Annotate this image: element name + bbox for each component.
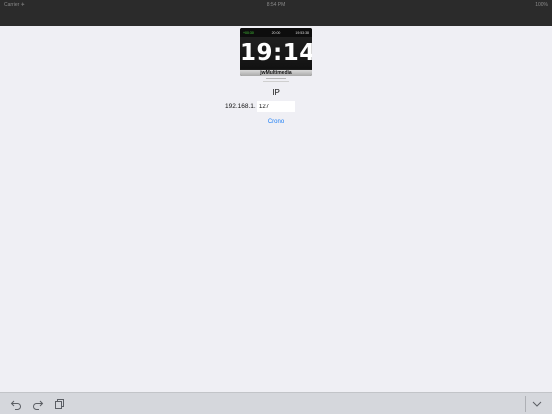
status-time: 8:54 PM bbox=[266, 2, 286, 8]
battery-label: 100% bbox=[535, 2, 548, 8]
clock-top-bar: +00:30 20:00 19:53:38 bbox=[240, 28, 312, 37]
undo-button[interactable] bbox=[10, 398, 22, 410]
clock-current-time: 19:53:38 bbox=[295, 31, 309, 35]
ip-last-octet-input[interactable] bbox=[257, 101, 295, 112]
divider bbox=[266, 78, 286, 79]
toolbar-divider bbox=[525, 396, 526, 412]
keyboard-dismiss-icon bbox=[532, 401, 542, 407]
keyboard-shortcut-bar bbox=[0, 392, 552, 414]
divider bbox=[263, 81, 289, 82]
paste-button[interactable] bbox=[54, 398, 66, 410]
crono-button[interactable]: Crono bbox=[0, 119, 552, 125]
ip-label: IP bbox=[272, 88, 280, 97]
clock-big-time: 19:14 bbox=[240, 37, 312, 69]
clock-preview-image: +00:30 20:00 19:53:38 19:14 jwMultimedia bbox=[240, 28, 312, 76]
undo-icon bbox=[10, 400, 21, 410]
status-bar: Carrier ✈ 8:54 PM 100% bbox=[0, 0, 552, 26]
paste-icon bbox=[55, 399, 64, 409]
dismiss-keyboard-button[interactable] bbox=[531, 398, 543, 410]
redo-icon bbox=[33, 400, 44, 410]
redo-button[interactable] bbox=[32, 398, 44, 410]
clock-brand-label: jwMultimedia bbox=[240, 70, 312, 76]
main-content: +00:30 20:00 19:53:38 19:14 jwMultimedia… bbox=[0, 26, 552, 392]
ip-prefix-label: 192.168.1. bbox=[225, 103, 256, 110]
